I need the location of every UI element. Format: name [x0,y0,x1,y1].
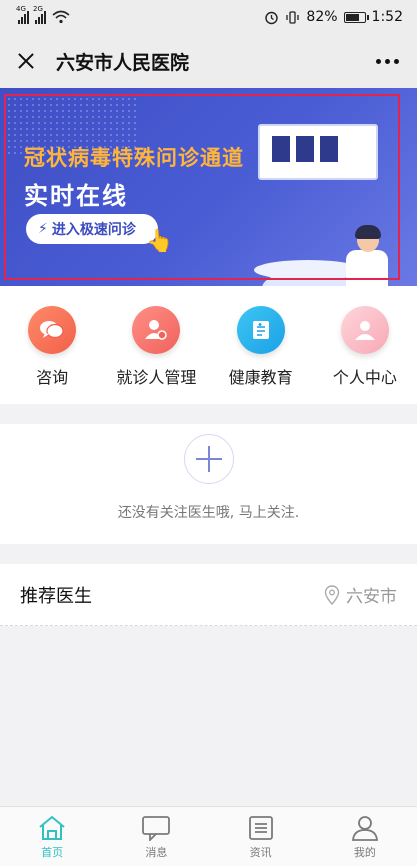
quick-action-label: 就诊人管理 [116,368,197,387]
empty-state-text: 还没有关注医生哦, 马上关注. [117,505,300,521]
quick-action-health-education[interactable]: 健康教育 [209,306,313,404]
profile-icon [351,816,378,841]
nav-bar: 六安市人民医院 [0,34,417,88]
close-icon[interactable] [14,49,38,73]
tab-label: 消息 [145,846,168,859]
location-pin-icon [324,584,340,605]
banner-highlight-frame [4,94,400,280]
network-type-label: 4G [16,5,26,13]
wifi-icon [52,10,70,24]
message-icon [142,816,171,841]
quick-action-patient-management[interactable]: 就诊人管理 [104,306,208,404]
quick-action-personal-center[interactable]: 个人中心 [313,306,417,404]
tab-label: 首页 [41,846,64,859]
more-options-icon[interactable] [372,51,403,72]
tab-news[interactable]: 资讯 [209,807,313,866]
quick-action-label: 健康教育 [228,368,293,387]
quick-action-consult[interactable]: 咨询 [0,306,104,404]
health-education-icon [236,306,285,354]
battery-percent: 82% [306,9,338,25]
cell-signal-icon: 2G [33,5,46,24]
followed-doctors-empty-state: 还没有关注医生哦, 马上关注. [0,424,417,544]
tab-messages[interactable]: 消息 [104,807,208,866]
page-title: 六安市人民医院 [56,51,190,74]
status-bar: 4G 2G 82% 1:52 [0,0,417,34]
quick-action-label: 个人中心 [332,368,397,387]
quick-action-label: 咨询 [36,368,69,387]
tab-label: 资讯 [249,846,272,859]
patient-management-icon [132,306,181,354]
tab-profile[interactable]: 我的 [313,807,417,866]
add-follow-button[interactable] [183,434,234,484]
location-label: 六安市 [346,587,397,607]
quick-actions: 咨询 就诊人管理 健康教育 个人中心 [0,286,417,404]
alarm-icon [265,11,279,24]
network-type-label: 2G [33,5,43,13]
cell-signal-icon: 4G [16,5,29,24]
section-title: 推荐医生 [20,585,92,607]
chat-bubble-icon [28,306,77,354]
personal-center-icon [340,306,389,354]
battery-icon [343,11,369,23]
bottom-tab-bar: 首页 消息 资讯 我的 [0,806,417,866]
location-selector[interactable]: 六安市 [324,582,397,607]
news-icon [248,816,273,840]
vibrate-icon [286,10,300,24]
clock: 1:52 [371,9,403,25]
battery-level [345,13,360,21]
home-icon [39,815,65,840]
tab-label: 我的 [353,846,376,859]
tab-home[interactable]: 首页 [0,807,104,866]
promo-banner[interactable]: 冠状病毒特殊问诊通道 实时在线 ⚡ 进入极速问诊 👆 [0,88,417,286]
recommended-doctors-header: 推荐医生 六安市 [0,564,417,626]
